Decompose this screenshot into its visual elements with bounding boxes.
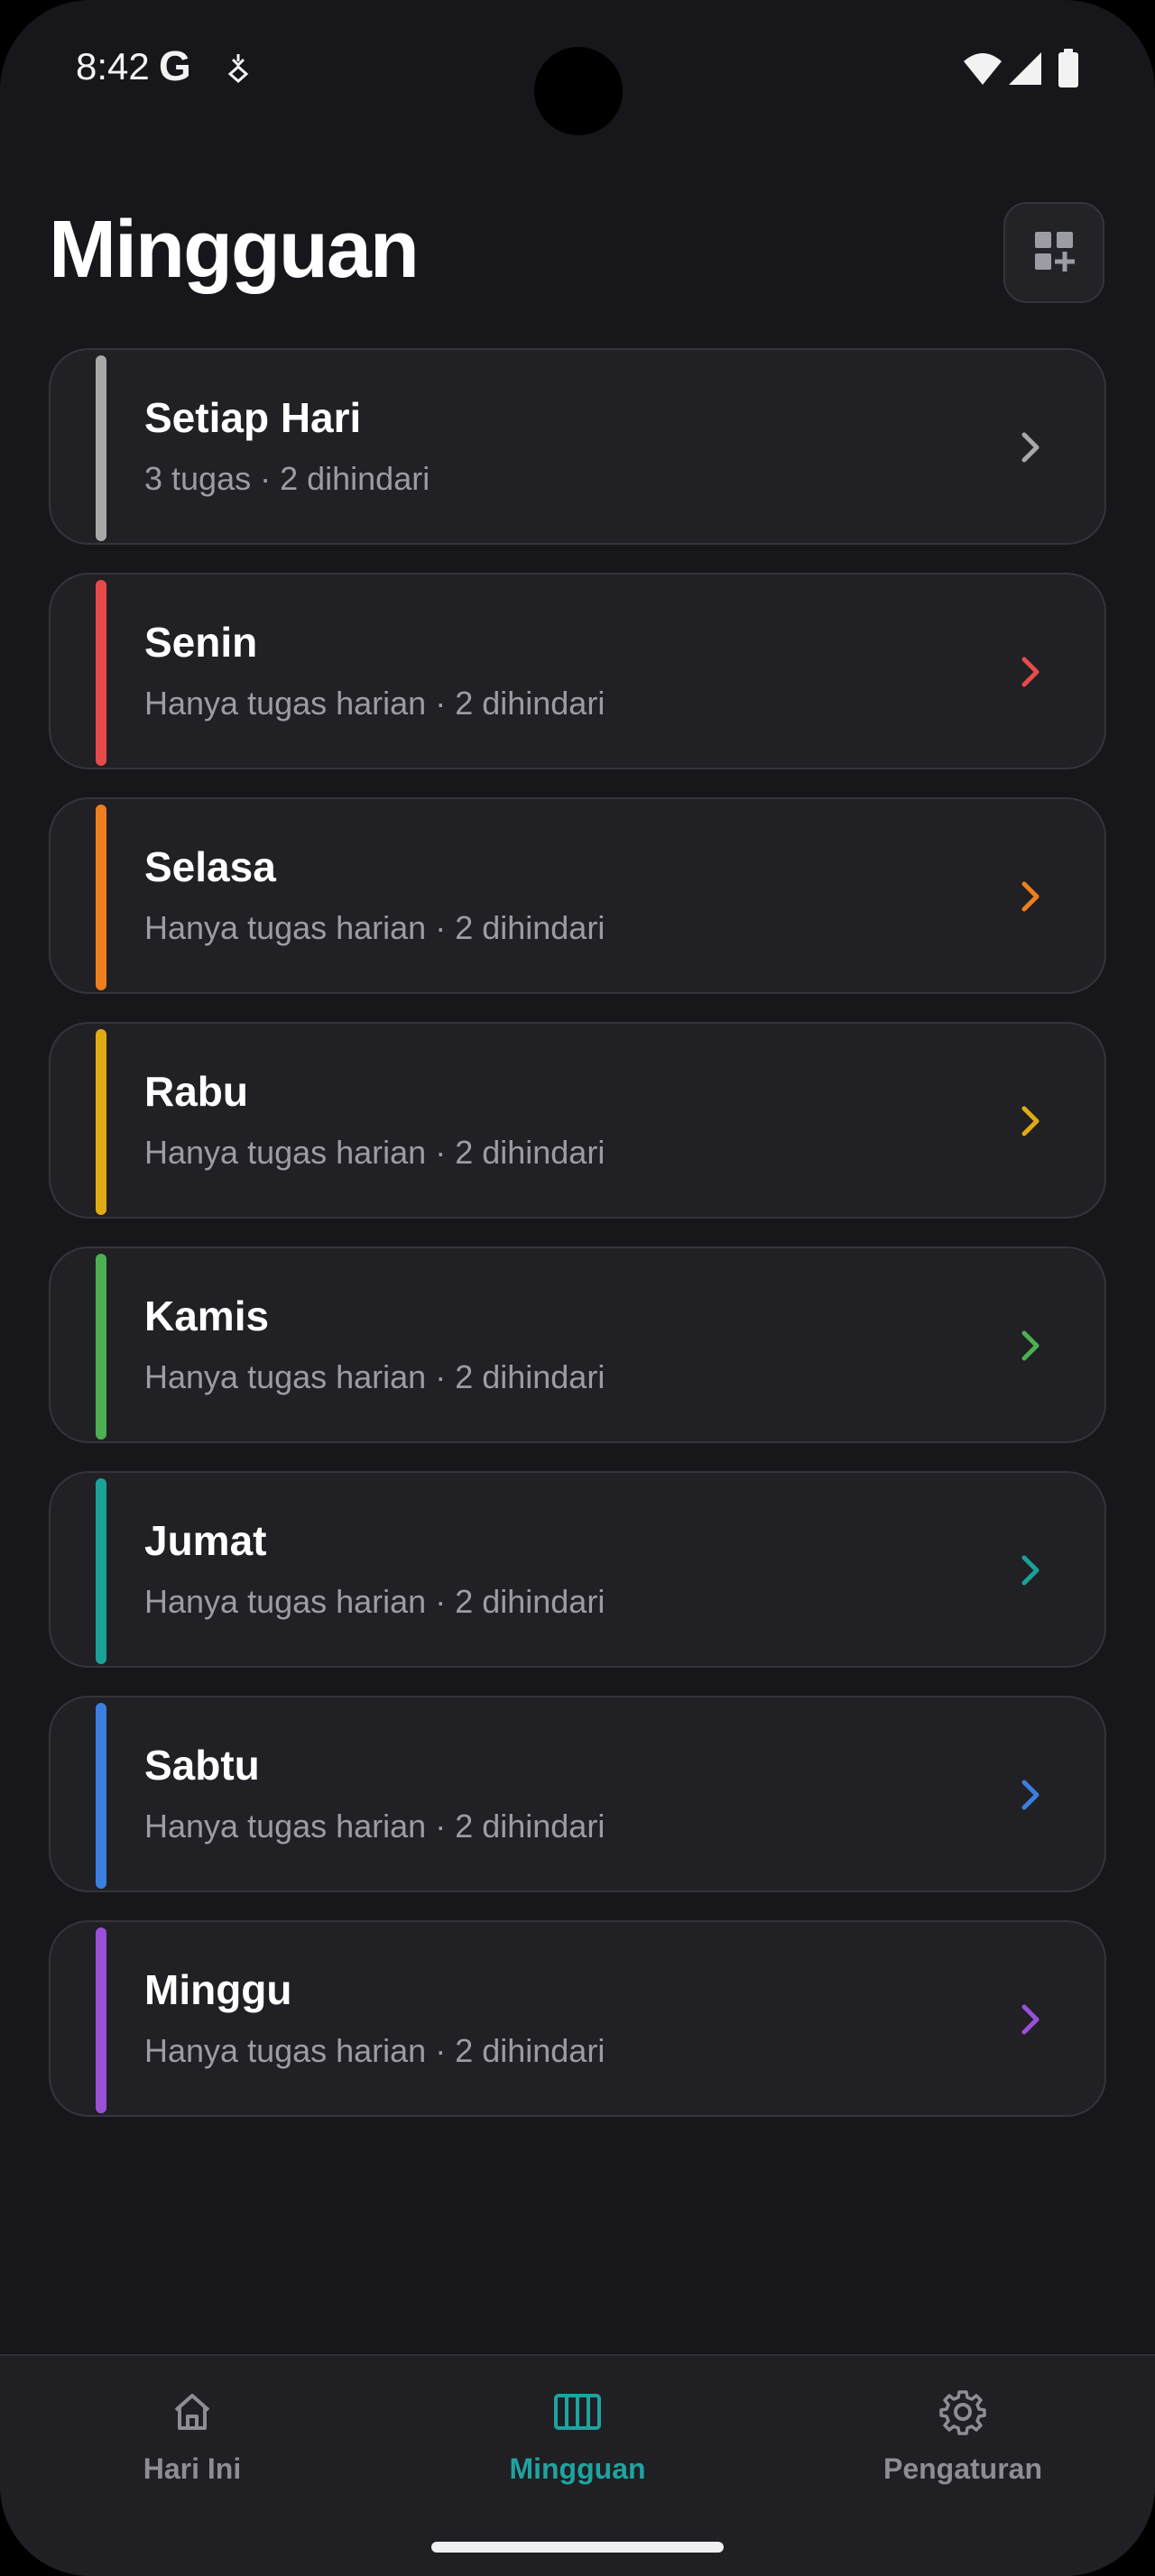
wifi-icon <box>962 51 1003 91</box>
add-widget-icon <box>1033 230 1075 276</box>
chevron-right-icon <box>1020 1329 1041 1366</box>
status-bar: 8:42 G <box>0 0 1155 135</box>
day-card-senin[interactable]: Senin Hanya tugas harian · 2 dihindari <box>49 573 1106 769</box>
day-accent-bar <box>96 1478 106 1664</box>
page-title: Mingguan <box>49 205 420 295</box>
notification-icon <box>227 52 249 87</box>
day-title: Rabu <box>144 1068 248 1115</box>
day-card-kamis[interactable]: Kamis Hanya tugas harian · 2 dihindari <box>49 1247 1106 1443</box>
add-widget-button[interactable] <box>1003 202 1104 303</box>
day-card-jumat[interactable]: Jumat Hanya tugas harian · 2 dihindari <box>49 1471 1106 1668</box>
day-title: Senin <box>144 619 258 666</box>
day-title: Setiap Hari <box>144 394 362 441</box>
chevron-right-icon <box>1020 656 1041 693</box>
day-title: Jumat <box>144 1517 267 1564</box>
day-accent-bar <box>96 1703 106 1889</box>
camera-cutout <box>534 47 623 135</box>
day-title: Selasa <box>144 843 276 890</box>
battery-icon <box>1058 49 1079 93</box>
signal-icon <box>1007 51 1043 91</box>
day-subtitle: Hanya tugas harian · 2 dihindari <box>144 1583 605 1620</box>
nav-item-hari-ini[interactable]: Hari Ini <box>57 2388 328 2486</box>
chevron-right-icon <box>1020 431 1041 468</box>
day-accent-bar <box>96 805 106 990</box>
chevron-right-icon <box>1020 880 1041 917</box>
week-columns-icon <box>442 2388 713 2440</box>
day-card-selasa[interactable]: Selasa Hanya tugas harian · 2 dihindari <box>49 797 1106 994</box>
chevron-right-icon <box>1020 2003 1041 2040</box>
day-list: Setiap Hari 3 tugas · 2 dihindari Senin … <box>49 348 1106 2145</box>
home-icon <box>57 2388 328 2440</box>
chevron-right-icon <box>1020 1105 1041 1142</box>
day-subtitle: 3 tugas · 2 dihindari <box>144 460 430 497</box>
day-accent-bar <box>96 580 106 766</box>
day-title: Kamis <box>144 1293 270 1339</box>
day-accent-bar <box>96 1029 106 1215</box>
google-icon: G <box>159 42 191 89</box>
day-card-setiap-hari[interactable]: Setiap Hari 3 tugas · 2 dihindari <box>49 348 1106 545</box>
day-accent-bar <box>96 1927 106 2113</box>
app-screen: 8:42 G Mingguan Setiap Hari 3 tugas · 2 … <box>0 0 1155 2576</box>
day-subtitle: Hanya tugas harian · 2 dihindari <box>144 1358 605 1395</box>
day-title: Sabtu <box>144 1742 260 1789</box>
chevron-right-icon <box>1020 1554 1041 1591</box>
gear-icon <box>827 2388 1098 2440</box>
nav-label: Hari Ini <box>143 2452 242 2485</box>
chevron-right-icon <box>1020 1779 1041 1816</box>
day-subtitle: Hanya tugas harian · 2 dihindari <box>144 685 605 722</box>
day-card-minggu[interactable]: Minggu Hanya tugas harian · 2 dihindari <box>49 1920 1106 2117</box>
nav-label: Pengaturan <box>882 2452 1043 2485</box>
nav-item-mingguan[interactable]: Mingguan <box>442 2388 713 2486</box>
day-accent-bar <box>96 355 106 541</box>
day-subtitle: Hanya tugas harian · 2 dihindari <box>144 2032 605 2069</box>
day-card-sabtu[interactable]: Sabtu Hanya tugas harian · 2 dihindari <box>49 1696 1106 1892</box>
nav-item-pengaturan[interactable]: Pengaturan <box>827 2388 1098 2486</box>
day-title: Minggu <box>144 1966 292 2013</box>
day-accent-bar <box>96 1254 106 1440</box>
day-subtitle: Hanya tugas harian · 2 dihindari <box>144 909 605 946</box>
day-card-rabu[interactable]: Rabu Hanya tugas harian · 2 dihindari <box>49 1022 1106 1219</box>
status-time: 8:42 <box>76 45 150 87</box>
home-indicator[interactable] <box>431 2542 724 2553</box>
day-subtitle: Hanya tugas harian · 2 dihindari <box>144 1134 605 1171</box>
nav-label: Mingguan <box>509 2452 646 2485</box>
day-subtitle: Hanya tugas harian · 2 dihindari <box>144 1808 605 1845</box>
